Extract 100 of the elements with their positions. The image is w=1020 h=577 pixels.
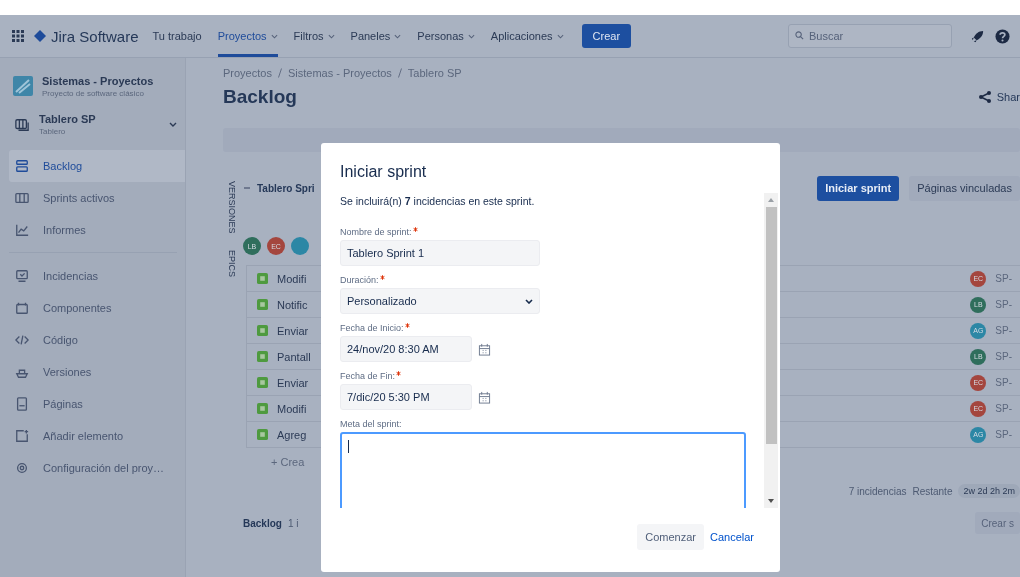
product-name[interactable]: Jira Software xyxy=(51,27,139,45)
project-avatar-icon xyxy=(13,76,33,96)
sidebar-item[interactable]: Añadir elemento xyxy=(9,420,185,452)
sidebar-item[interactable]: Sprints activos xyxy=(9,182,185,214)
scroll-down-icon[interactable] xyxy=(768,499,774,503)
issue-count: 7 incidencias xyxy=(848,485,907,497)
sidebar-item[interactable]: Versiones xyxy=(9,356,185,388)
sidebar-item[interactable]: Páginas xyxy=(9,388,185,420)
backlog-icon xyxy=(15,159,29,173)
field-label: Nombre de sprint: xyxy=(340,227,418,237)
text-cursor xyxy=(348,440,349,453)
start-sprint-button[interactable]: Iniciar sprint xyxy=(817,175,900,201)
sprint-name-field[interactable]: Tablero Sprint 1 xyxy=(340,240,540,266)
sidebar-item[interactable]: Informes xyxy=(9,214,185,246)
chevron-down-icon xyxy=(467,33,475,39)
sprint-goal-field[interactable] xyxy=(340,432,746,508)
chevron-down-icon xyxy=(270,33,278,39)
cancel-link[interactable]: Cancelar xyxy=(709,531,754,543)
backlog-count: 1 i xyxy=(287,517,299,529)
sprint-name: Tablero Spri xyxy=(257,182,315,194)
story-icon xyxy=(257,273,268,284)
search-icon xyxy=(795,31,804,40)
chevron-down-icon xyxy=(327,33,335,39)
nav-menu-item[interactable]: Filtros xyxy=(293,15,335,57)
issue-key[interactable]: SP- xyxy=(995,325,1012,336)
share-icon xyxy=(977,90,992,104)
issue-key[interactable]: SP- xyxy=(995,351,1012,362)
page-title: Backlog xyxy=(223,86,297,108)
components-icon xyxy=(15,301,29,315)
nav-menu-item[interactable]: Aplicaciones xyxy=(490,15,564,57)
add-icon xyxy=(15,429,29,443)
issue-summary[interactable]: Notific xyxy=(277,298,308,311)
scrollbar[interactable] xyxy=(764,193,778,508)
help-icon[interactable] xyxy=(995,28,1010,44)
issue-key[interactable]: SP- xyxy=(995,403,1012,414)
create-button[interactable]: Crear xyxy=(581,24,632,48)
field-label: Duración: xyxy=(340,275,385,285)
chevron-down-icon xyxy=(169,122,177,127)
story-icon xyxy=(257,403,268,414)
collapse-icon[interactable] xyxy=(243,184,251,192)
rocket-icon[interactable] xyxy=(970,28,985,44)
breadcrumb-separator-icon xyxy=(397,68,402,78)
field-label: Meta del sprint: xyxy=(340,419,402,429)
duration-dropdown[interactable]: Personalizado xyxy=(340,288,540,314)
board-icon xyxy=(15,117,29,132)
calendar-icon[interactable] xyxy=(478,390,491,404)
remaining-label: Restante xyxy=(912,485,953,497)
issue-summary[interactable]: Pantall xyxy=(277,350,311,363)
reports-icon xyxy=(15,223,29,237)
story-icon xyxy=(257,377,268,388)
create-sprint-button[interactable]: Crear s xyxy=(975,512,1020,534)
field-label: Fecha de Inicio: xyxy=(340,323,410,333)
calendar-icon[interactable] xyxy=(478,342,491,356)
issue-summary[interactable]: Agreg xyxy=(277,428,307,441)
nav-menu-item[interactable]: Paneles xyxy=(350,15,402,57)
story-icon xyxy=(257,351,268,362)
side-tab[interactable]: EPICS xyxy=(223,249,237,277)
issue-key[interactable]: SP- xyxy=(995,377,1012,388)
nav-menu-item[interactable]: Proyectos xyxy=(217,15,278,57)
pages-icon xyxy=(15,397,29,411)
issue-key[interactable]: SP- xyxy=(995,429,1012,440)
nav-menu-item[interactable]: Tu trabajo xyxy=(152,15,202,57)
chevron-down-icon xyxy=(556,33,564,39)
issue-key[interactable]: SP- xyxy=(995,273,1012,284)
start-button[interactable]: Comenzar xyxy=(637,524,704,550)
search-field[interactable]: Buscar xyxy=(788,24,952,48)
backlog-title: Backlog xyxy=(243,517,282,529)
sidebar-item[interactable]: Incidencias xyxy=(9,260,185,292)
remaining-time: 2w 2d 2h 2m xyxy=(958,484,1020,498)
chevron-down-icon xyxy=(394,33,402,39)
issues-icon xyxy=(15,269,29,283)
breadcrumb-separator-icon xyxy=(277,68,282,78)
linked-pages-button[interactable]: Páginas vinculadas xyxy=(909,175,1020,201)
board-selector[interactable]: Tablero SP Tablero xyxy=(9,101,185,150)
side-tab[interactable]: VERSIONES xyxy=(223,181,237,234)
share-link[interactable]: Shar xyxy=(977,90,1020,104)
settings-icon xyxy=(15,461,29,475)
sidebar-item[interactable]: Backlog xyxy=(9,150,185,182)
story-icon xyxy=(257,299,268,310)
dialog-intro: Se incluirá(n) 7 incidencias en este sprint. xyxy=(340,195,536,207)
breadcrumb-link[interactable]: Proyectos xyxy=(223,67,272,79)
issue-summary[interactable]: Enviar xyxy=(277,324,309,337)
sidebar-item[interactable]: Componentes xyxy=(9,292,185,324)
date-field[interactable]: 7/dic/20 5:30 PM xyxy=(340,384,472,410)
nav-menu-item[interactable]: Personas xyxy=(417,15,475,57)
issue-summary[interactable]: Enviar xyxy=(277,376,309,389)
breadcrumb-link[interactable]: Tablero SP xyxy=(407,67,462,79)
issue-summary[interactable]: Modifi xyxy=(277,272,307,285)
sidebar-item[interactable]: Código xyxy=(9,324,185,356)
code-icon xyxy=(15,333,29,347)
scroll-up-icon[interactable] xyxy=(768,198,774,202)
date-field[interactable]: 24/nov/20 8:30 AM xyxy=(340,336,472,362)
issue-summary[interactable]: Modifi xyxy=(277,402,307,415)
app-grid-icon[interactable] xyxy=(12,30,24,42)
project-type: Proyecto de software clásico xyxy=(42,88,145,98)
field-label: Fecha de Fin: xyxy=(340,371,402,381)
chevron-down-icon xyxy=(525,298,533,304)
breadcrumb-link[interactable]: Sistemas - Proyectos xyxy=(287,67,392,79)
sidebar-item[interactable]: Configuración del proy… xyxy=(9,452,185,484)
issue-key[interactable]: SP- xyxy=(995,299,1012,310)
